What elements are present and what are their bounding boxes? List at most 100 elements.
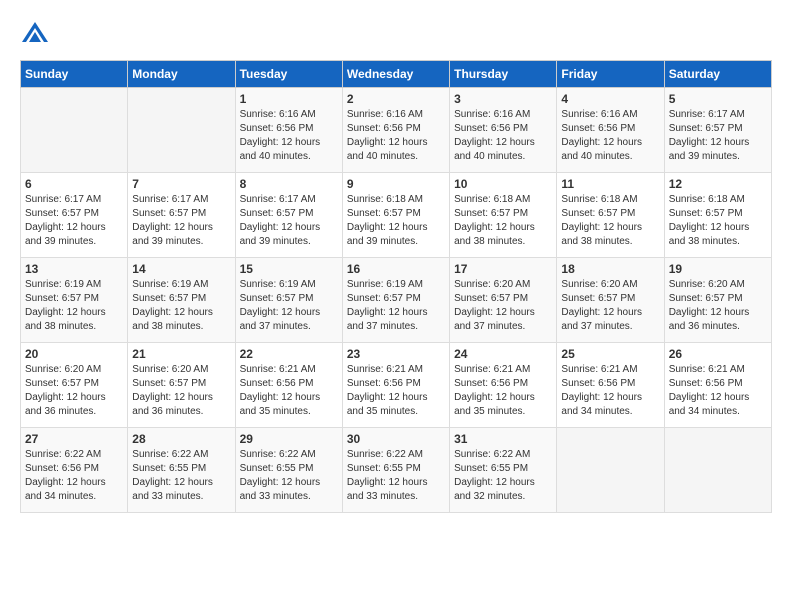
day-number: 7 bbox=[132, 177, 230, 191]
calendar-header-row: SundayMondayTuesdayWednesdayThursdayFrid… bbox=[21, 61, 772, 88]
day-info: Sunrise: 6:19 AMSunset: 6:57 PMDaylight:… bbox=[347, 278, 445, 334]
day-number: 15 bbox=[240, 262, 338, 276]
calendar-cell: 26 Sunrise: 6:21 AMSunset: 6:56 PMDayligh… bbox=[664, 343, 771, 428]
day-number: 10 bbox=[454, 177, 552, 191]
column-header-sunday: Sunday bbox=[21, 61, 128, 88]
calendar-cell: 10 Sunrise: 6:18 AMSunset: 6:57 PMDayligh… bbox=[450, 173, 557, 258]
logo-icon bbox=[20, 20, 50, 50]
day-number: 22 bbox=[240, 347, 338, 361]
day-info: Sunrise: 6:22 AMSunset: 6:55 PMDaylight:… bbox=[132, 448, 230, 504]
calendar-cell: 12Sunrise: 6:18 AMSunset: 6:57 PMDayligh… bbox=[664, 173, 771, 258]
day-info: Sunrise: 6:16 AMSunset: 6:56 PMDaylight:… bbox=[561, 108, 659, 164]
day-number: 27 bbox=[25, 432, 123, 446]
calendar-cell: 14Sunrise: 6:19 AMSunset: 6:57 PMDayligh… bbox=[128, 258, 235, 343]
day-number: 6 bbox=[25, 177, 123, 191]
calendar-cell: 27 Sunrise: 6:22 AMSunset: 6:56 PMDayligh… bbox=[21, 428, 128, 513]
calendar-cell bbox=[21, 88, 128, 173]
calendar-week-row: 6 Sunrise: 6:17 AMSunset: 6:57 PMDaylight… bbox=[21, 173, 772, 258]
day-number: 1 bbox=[240, 92, 338, 106]
day-number: 25 bbox=[561, 347, 659, 361]
day-number: 9 bbox=[347, 177, 445, 191]
column-header-monday: Monday bbox=[128, 61, 235, 88]
calendar-cell: 25 Sunrise: 6:21 AMSunset: 6:56 PMDayligh… bbox=[557, 343, 664, 428]
column-header-thursday: Thursday bbox=[450, 61, 557, 88]
day-number: 18 bbox=[561, 262, 659, 276]
day-number: 29 bbox=[240, 432, 338, 446]
calendar-cell: 21 Sunrise: 6:20 AMSunset: 6:57 PMDayligh… bbox=[128, 343, 235, 428]
day-number: 30 bbox=[347, 432, 445, 446]
calendar-cell: 6 Sunrise: 6:17 AMSunset: 6:57 PMDaylight… bbox=[21, 173, 128, 258]
calendar-week-row: 20 Sunrise: 6:20 AMSunset: 6:57 PMDayligh… bbox=[21, 343, 772, 428]
calendar-cell: 28 Sunrise: 6:22 AMSunset: 6:55 PMDayligh… bbox=[128, 428, 235, 513]
day-number: 20 bbox=[25, 347, 123, 361]
day-number: 26 bbox=[669, 347, 767, 361]
day-info: Sunrise: 6:21 AMSunset: 6:56 PMDaylight:… bbox=[454, 363, 552, 419]
day-info: Sunrise: 6:17 AMSunset: 6:57 PMDaylight:… bbox=[25, 193, 123, 249]
day-info: Sunrise: 6:19 AMSunset: 6:57 PMDaylight:… bbox=[25, 278, 123, 334]
calendar-cell bbox=[128, 88, 235, 173]
day-number: 12 bbox=[669, 177, 767, 191]
calendar-cell: 9 Sunrise: 6:18 AMSunset: 6:57 PMDaylight… bbox=[342, 173, 449, 258]
calendar-cell bbox=[557, 428, 664, 513]
calendar-cell: 1 Sunrise: 6:16 AMSunset: 6:56 PMDaylight… bbox=[235, 88, 342, 173]
day-number: 5 bbox=[669, 92, 767, 106]
calendar-cell: 29 Sunrise: 6:22 AMSunset: 6:55 PMDayligh… bbox=[235, 428, 342, 513]
day-number: 21 bbox=[132, 347, 230, 361]
day-number: 17 bbox=[454, 262, 552, 276]
day-number: 28 bbox=[132, 432, 230, 446]
calendar-cell: 23 Sunrise: 6:21 AMSunset: 6:56 PMDayligh… bbox=[342, 343, 449, 428]
day-info: Sunrise: 6:21 AMSunset: 6:56 PMDaylight:… bbox=[240, 363, 338, 419]
logo bbox=[20, 20, 52, 50]
calendar-cell: 31 Sunrise: 6:22 AMSunset: 6:55 PMDayligh… bbox=[450, 428, 557, 513]
day-info: Sunrise: 6:19 AMSunset: 6:57 PMDaylight:… bbox=[240, 278, 338, 334]
day-info: Sunrise: 6:17 AMSunset: 6:57 PMDaylight:… bbox=[132, 193, 230, 249]
day-info: Sunrise: 6:22 AMSunset: 6:56 PMDaylight:… bbox=[25, 448, 123, 504]
calendar-cell: 16 Sunrise: 6:19 AMSunset: 6:57 PMDayligh… bbox=[342, 258, 449, 343]
day-number: 3 bbox=[454, 92, 552, 106]
day-number: 19 bbox=[669, 262, 767, 276]
calendar-week-row: 13Sunrise: 6:19 AMSunset: 6:57 PMDayligh… bbox=[21, 258, 772, 343]
day-number: 4 bbox=[561, 92, 659, 106]
day-info: Sunrise: 6:18 AMSunset: 6:57 PMDaylight:… bbox=[454, 193, 552, 249]
calendar-cell: 24 Sunrise: 6:21 AMSunset: 6:56 PMDayligh… bbox=[450, 343, 557, 428]
day-info: Sunrise: 6:21 AMSunset: 6:56 PMDaylight:… bbox=[561, 363, 659, 419]
day-info: Sunrise: 6:20 AMSunset: 6:57 PMDaylight:… bbox=[561, 278, 659, 334]
day-info: Sunrise: 6:17 AMSunset: 6:57 PMDaylight:… bbox=[240, 193, 338, 249]
calendar-week-row: 1 Sunrise: 6:16 AMSunset: 6:56 PMDaylight… bbox=[21, 88, 772, 173]
day-info: Sunrise: 6:16 AMSunset: 6:56 PMDaylight:… bbox=[454, 108, 552, 164]
day-info: Sunrise: 6:21 AMSunset: 6:56 PMDaylight:… bbox=[347, 363, 445, 419]
day-number: 31 bbox=[454, 432, 552, 446]
day-info: Sunrise: 6:18 AMSunset: 6:57 PMDaylight:… bbox=[347, 193, 445, 249]
day-number: 8 bbox=[240, 177, 338, 191]
day-info: Sunrise: 6:20 AMSunset: 6:57 PMDaylight:… bbox=[132, 363, 230, 419]
calendar-cell: 4 Sunrise: 6:16 AMSunset: 6:56 PMDaylight… bbox=[557, 88, 664, 173]
day-number: 24 bbox=[454, 347, 552, 361]
page-header bbox=[20, 20, 772, 50]
day-info: Sunrise: 6:20 AMSunset: 6:57 PMDaylight:… bbox=[25, 363, 123, 419]
day-number: 23 bbox=[347, 347, 445, 361]
column-header-saturday: Saturday bbox=[664, 61, 771, 88]
calendar-table: SundayMondayTuesdayWednesdayThursdayFrid… bbox=[20, 60, 772, 513]
day-info: Sunrise: 6:16 AMSunset: 6:56 PMDaylight:… bbox=[240, 108, 338, 164]
day-info: Sunrise: 6:22 AMSunset: 6:55 PMDaylight:… bbox=[454, 448, 552, 504]
day-info: Sunrise: 6:19 AMSunset: 6:57 PMDaylight:… bbox=[132, 278, 230, 334]
day-info: Sunrise: 6:17 AMSunset: 6:57 PMDaylight:… bbox=[669, 108, 767, 164]
column-header-friday: Friday bbox=[557, 61, 664, 88]
day-number: 2 bbox=[347, 92, 445, 106]
day-info: Sunrise: 6:20 AMSunset: 6:57 PMDaylight:… bbox=[669, 278, 767, 334]
day-info: Sunrise: 6:20 AMSunset: 6:57 PMDaylight:… bbox=[454, 278, 552, 334]
calendar-cell: 11Sunrise: 6:18 AMSunset: 6:57 PMDayligh… bbox=[557, 173, 664, 258]
day-info: Sunrise: 6:21 AMSunset: 6:56 PMDaylight:… bbox=[669, 363, 767, 419]
day-number: 16 bbox=[347, 262, 445, 276]
calendar-cell: 2Sunrise: 6:16 AMSunset: 6:56 PMDaylight… bbox=[342, 88, 449, 173]
calendar-cell: 5 Sunrise: 6:17 AMSunset: 6:57 PMDaylight… bbox=[664, 88, 771, 173]
calendar-cell: 7 Sunrise: 6:17 AMSunset: 6:57 PMDaylight… bbox=[128, 173, 235, 258]
day-info: Sunrise: 6:22 AMSunset: 6:55 PMDaylight:… bbox=[240, 448, 338, 504]
calendar-cell: 20 Sunrise: 6:20 AMSunset: 6:57 PMDayligh… bbox=[21, 343, 128, 428]
calendar-cell: 3 Sunrise: 6:16 AMSunset: 6:56 PMDaylight… bbox=[450, 88, 557, 173]
column-header-wednesday: Wednesday bbox=[342, 61, 449, 88]
calendar-cell: 15 Sunrise: 6:19 AMSunset: 6:57 PMDayligh… bbox=[235, 258, 342, 343]
calendar-cell: 17 Sunrise: 6:20 AMSunset: 6:57 PMDayligh… bbox=[450, 258, 557, 343]
calendar-cell bbox=[664, 428, 771, 513]
day-info: Sunrise: 6:18 AMSunset: 6:57 PMDaylight:… bbox=[561, 193, 659, 249]
